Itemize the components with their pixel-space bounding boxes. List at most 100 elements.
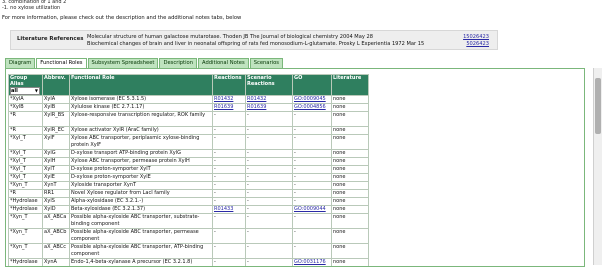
cell-abbrev: XylB [42, 103, 70, 113]
cell-role: Xylose-responsive transcription regulato… [69, 111, 213, 128]
cell-role: Possible alpha-xyloside ABC transporter,… [69, 213, 213, 230]
table-row: *Xyn_T XynT Xyloside transporter XynT - … [8, 181, 369, 191]
cell-role: Possible alpha-xyloside ABC transporter,… [69, 243, 213, 260]
cell-role: Xylose ABC transporter, permease protein… [69, 157, 213, 167]
cell-go: - [292, 189, 332, 199]
tab-subsystem-spreadsheet[interactable]: Subsystem Spreadsheet [87, 58, 159, 68]
chevron-down-icon: ▼ [34, 88, 38, 94]
cell-group: *Hydrolase [8, 258, 43, 266]
cell-role: Beta-xylosidase (EC 3.2.1.37) [69, 205, 213, 215]
cell-reactions: - [212, 181, 246, 191]
cell-scenario-reactions: - [245, 205, 293, 215]
cell-abbrev: aX_ABCa [42, 213, 70, 230]
cell-group: *Xyl_T [8, 149, 43, 159]
cell-go: GO:0004856 [292, 103, 332, 113]
literature-ref-1-link[interactable]: 15026423 [463, 34, 489, 40]
cell-abbrev: XylR_EC [42, 126, 70, 136]
cell-abbrev: XylF [42, 134, 70, 151]
table-header-row: Group Alias all ▼ Abbrev. Functional Rol… [8, 73, 369, 97]
reaction-link[interactable]: R01432 [214, 96, 233, 102]
cell-group: *Hydrolase [8, 197, 43, 207]
table-row: *Xyl_T XylE D-xylose proton-symporter Xy… [8, 173, 369, 183]
cell-scenario-reactions: - [245, 111, 293, 128]
cell-abbrev: XylS [42, 197, 70, 207]
cell-scenario-reactions: - [245, 189, 293, 199]
cell-abbrev: XylA [42, 95, 70, 105]
go-link[interactable]: GO:0009045 [294, 96, 326, 102]
cell-group: *XylA [8, 95, 43, 105]
group-alias-filter-value: all [11, 88, 18, 95]
col-literature[interactable]: Literature [331, 73, 369, 97]
cell-abbrev: aX_ABCc [42, 243, 70, 260]
info-line: For more information, please check out t… [2, 15, 242, 21]
col-group-alias-label: Group Alias [10, 75, 28, 88]
functional-roles-table: Group Alias all ▼ Abbrev. Functional Rol… [8, 73, 369, 266]
group-alias-filter-select[interactable]: all ▼ [10, 87, 40, 96]
cell-literature: none [331, 165, 369, 175]
col-reactions[interactable]: Reactions [212, 73, 246, 97]
go-link[interactable]: GO:0009044 [294, 206, 326, 212]
cell-literature: none [331, 228, 369, 245]
literature-ref-1-text: Molecular structure of human galactose m… [87, 34, 373, 40]
cell-group: *XylB [8, 103, 43, 113]
cell-scenario-reactions: - [245, 173, 293, 183]
cell-go: GO:0031176 [292, 258, 332, 266]
literature-label: Literature References [17, 36, 84, 42]
scrollbar-thumb[interactable] [595, 78, 601, 134]
literature-ref-2-text: Biochemical changes of brain and liver i… [87, 41, 425, 47]
col-scenario-reactions[interactable]: Scenario Reactions [245, 73, 293, 97]
cell-group: *Xyn_T [8, 181, 43, 191]
cell-scenario-reactions: - [245, 157, 293, 167]
cell-literature: none [331, 111, 369, 128]
cell-literature: none [331, 134, 369, 151]
cell-group: *Xyn_T [8, 228, 43, 245]
cell-role: Xylulose kinase (EC 2.7.1.17) [69, 103, 213, 113]
scenario-reaction-link[interactable]: R01432 [247, 96, 266, 102]
cell-literature: none [331, 258, 369, 266]
cell-group: *R [8, 189, 43, 199]
cell-role: Xylose ABC transporter, periplasmic xylo… [69, 134, 213, 151]
cell-go: - [292, 111, 332, 128]
tab-scenarios[interactable]: Scenarios [249, 58, 283, 68]
cell-go: - [292, 213, 332, 230]
cell-reactions: - [212, 228, 246, 245]
cell-literature: none [331, 173, 369, 183]
scenario-reaction-link[interactable]: R01639 [247, 104, 266, 110]
col-functional-role[interactable]: Functional Role [69, 73, 213, 97]
cell-reactions: - [212, 189, 246, 199]
tab-description[interactable]: Description [159, 58, 197, 68]
table-row: *R XylR_EC Xylose activator XylR (AraC f… [8, 126, 369, 136]
cell-group: *Xyn_T [8, 243, 43, 260]
cell-role: Xylose isomerase (EC 5.3.1.5) [69, 95, 213, 105]
cell-scenario-reactions: - [245, 165, 293, 175]
cell-literature: none [331, 126, 369, 136]
table-row: *Xyn_T aX_ABCc Possible alpha-xyloside A… [8, 243, 369, 260]
cell-go: - [292, 126, 332, 136]
cell-group: *R [8, 126, 43, 136]
cell-abbrev: RR1 [42, 189, 70, 199]
page-scrollbar[interactable] [593, 68, 602, 265]
cell-role: D-xylose transport ATP-binding protein X… [69, 149, 213, 159]
tab-functional-roles[interactable]: Functional Roles [36, 58, 87, 68]
go-link[interactable]: GO:0004856 [294, 104, 326, 110]
cell-reactions: - [212, 134, 246, 151]
cell-scenario-reactions: - [245, 197, 293, 207]
cell-go: - [292, 149, 332, 159]
tab-bar: Diagram Functional Roles Subsystem Sprea… [5, 58, 284, 68]
reaction-link[interactable]: R01433 [214, 206, 233, 212]
cell-abbrev: XylT [42, 165, 70, 175]
cell-literature: none [331, 95, 369, 105]
col-go[interactable]: GO [292, 73, 332, 97]
cell-go: GO:0009045 [292, 95, 332, 105]
col-abbrev[interactable]: Abbrev. [42, 73, 70, 97]
literature-ref-2-link[interactable]: 5026423 [466, 41, 489, 47]
cell-scenario-reactions: - [245, 213, 293, 230]
literature-references-box: Literature References Molecular structur… [10, 30, 498, 50]
reaction-link[interactable]: R01639 [214, 104, 233, 110]
tab-diagram[interactable]: Diagram [5, 58, 36, 68]
top-note-2: -1. no xylose utilization [2, 4, 61, 11]
table-row: *R XylR_BS Xylose-responsive transcripti… [8, 111, 369, 128]
cell-literature: none [331, 103, 369, 113]
cell-reactions: R01433 [212, 205, 246, 215]
tab-additional-notes[interactable]: Additional Notes [198, 58, 249, 68]
